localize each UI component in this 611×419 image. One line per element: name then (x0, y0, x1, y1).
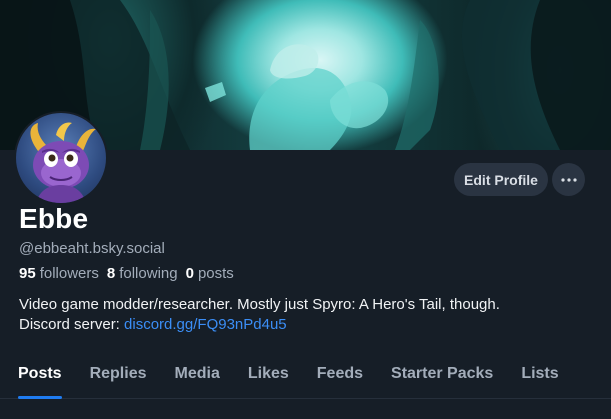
tab-starter-packs[interactable]: Starter Packs (391, 355, 493, 399)
discord-link[interactable]: discord.gg/FQ93nPd4u5 (124, 316, 287, 333)
tab-replies[interactable]: Replies (90, 355, 147, 399)
edit-profile-button[interactable]: Edit Profile (454, 163, 548, 196)
profile-bio: Video game modder/researcher. Mostly jus… (19, 295, 599, 335)
following-count: 8 (106, 265, 116, 282)
more-options-button[interactable] (552, 163, 585, 196)
posts-label: posts (197, 265, 234, 282)
bio-line-1: Video game modder/researcher. Mostly jus… (19, 296, 500, 313)
posts-count: 0 (185, 265, 194, 282)
avatar[interactable] (14, 111, 108, 205)
followers-label: followers (39, 265, 99, 282)
profile-tabs: Posts Replies Media Likes Feeds Starter … (0, 355, 611, 399)
bio-line-2: Discord server: discord.gg/FQ93nPd4u5 (19, 315, 599, 335)
following-stat[interactable]: 8 following (107, 265, 178, 282)
profile-handle: @ebbeaht.bsky.social (19, 240, 165, 257)
profile-stats: 95 followers 8 following 0 posts (19, 265, 234, 282)
display-name: Ebbe (19, 203, 89, 234)
following-label: following (119, 265, 178, 282)
profile-page: Edit Profile Ebbe @ebbeaht.bsky.social 9… (0, 0, 611, 419)
tab-feeds[interactable]: Feeds (317, 355, 363, 399)
tab-media[interactable]: Media (175, 355, 220, 399)
tab-likes[interactable]: Likes (248, 355, 289, 399)
followers-count: 95 (19, 265, 36, 282)
followers-stat[interactable]: 95 followers (19, 265, 99, 282)
bio-discord-prefix: Discord server: (19, 316, 120, 333)
posts-stat: 0 posts (186, 265, 234, 282)
more-horizontal-icon (560, 177, 577, 182)
dragon-avatar-image (30, 122, 96, 203)
tab-posts[interactable]: Posts (18, 355, 62, 399)
tab-lists[interactable]: Lists (521, 355, 558, 399)
